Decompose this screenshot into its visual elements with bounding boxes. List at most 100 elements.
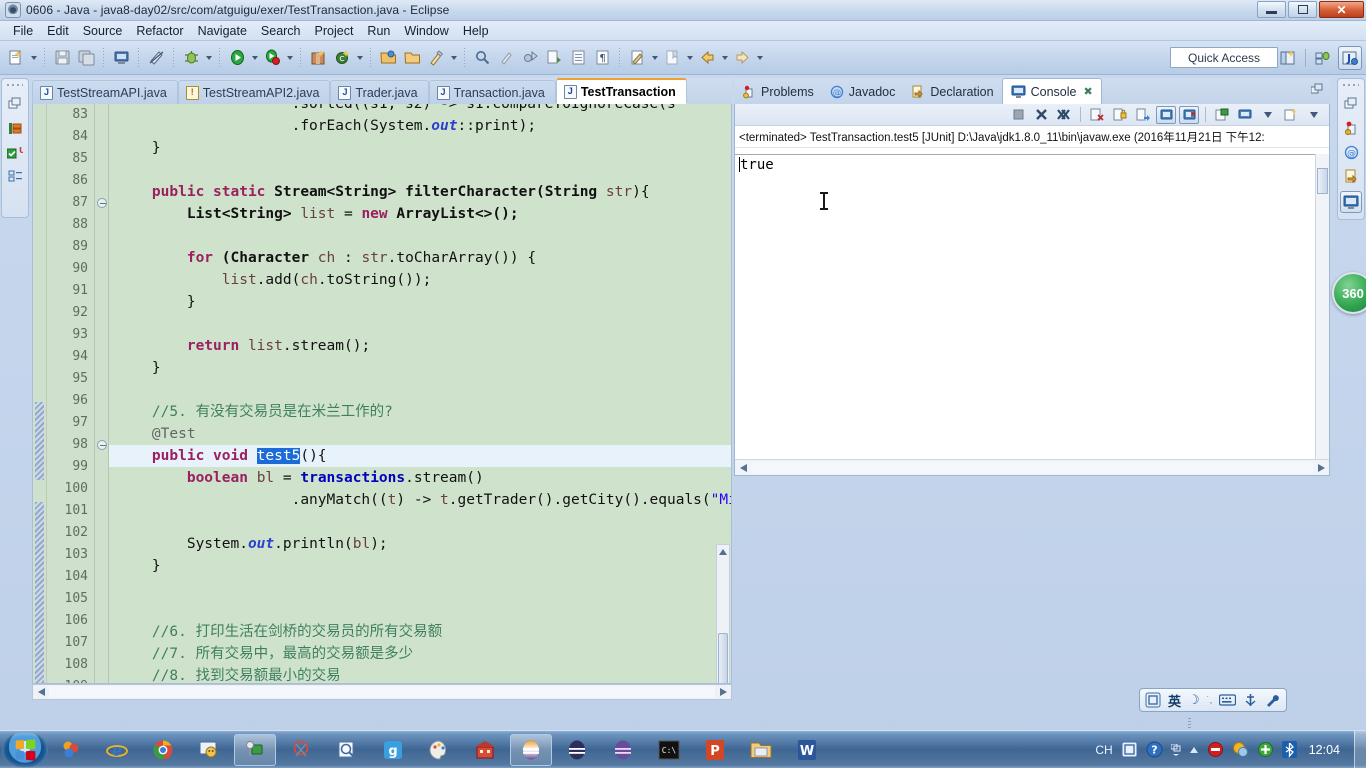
menu-item-window[interactable]: Window (397, 22, 455, 40)
code-line[interactable]: @Test (109, 423, 731, 445)
taskbar-item-cmd[interactable]: C:\ (648, 734, 690, 766)
tray-show-hidden-icon[interactable] (1170, 743, 1181, 756)
code-line[interactable]: //7. 所有交易中，最高的交易额是多少 (109, 643, 731, 665)
search-icon[interactable] (471, 47, 493, 69)
start-button[interactable] (2, 732, 48, 767)
new-console-view-button[interactable] (1235, 106, 1255, 124)
code-line[interactable]: //6. 打印生活在剑桥的交易员的所有交易额 (109, 621, 731, 643)
menu-item-refactor[interactable]: Refactor (129, 22, 190, 40)
pin-console-button[interactable] (1156, 105, 1176, 124)
tray-ime-icon[interactable] (1121, 741, 1138, 758)
display-selected-console-button[interactable] (1179, 105, 1199, 124)
new-wizard-icon[interactable] (5, 47, 27, 69)
scroll-left-icon[interactable] (735, 461, 751, 475)
run-coverage-icon[interactable] (261, 47, 283, 69)
restore-button[interactable] (1288, 1, 1317, 18)
scrollbar-thumb[interactable] (1317, 168, 1328, 194)
console-output[interactable]: true (735, 154, 1315, 459)
code-line[interactable] (109, 599, 731, 621)
restore-icon[interactable] (6, 95, 24, 113)
code-line[interactable]: } (109, 137, 731, 159)
taskbar-item-9[interactable] (418, 734, 460, 766)
show-console-on-output-button[interactable] (1133, 106, 1153, 124)
menu-item-project[interactable]: Project (308, 22, 361, 40)
menu-item-run[interactable]: Run (360, 22, 397, 40)
fastview-drag-handle[interactable] (7, 82, 23, 89)
scrollbar-thumb[interactable] (718, 633, 728, 683)
taskbar-item-eclipse-2[interactable] (556, 734, 598, 766)
pilcrow-icon[interactable]: ¶ (591, 47, 613, 69)
code-line[interactable]: } (109, 291, 731, 313)
code-line[interactable]: list.add(ch.toString()); (109, 269, 731, 291)
code-line[interactable]: for (Character ch : str.toCharArray()) { (109, 247, 731, 269)
editor-horizontal-scrollbar[interactable] (32, 684, 732, 700)
console-tab-console[interactable]: Console ✖ (1001, 78, 1102, 104)
fold-toggle-icon[interactable] (97, 198, 107, 208)
code-line[interactable]: .anyMatch((t) -> t.getTrader().getCity()… (109, 489, 731, 511)
fastview-drag-handle[interactable] (1343, 82, 1359, 89)
code-line[interactable] (109, 159, 731, 181)
taskbar-item-ie[interactable]: e (96, 734, 138, 766)
new-console-dropdown-icon[interactable] (1258, 106, 1278, 124)
editor-tab-3[interactable]: J Transaction.java (428, 80, 556, 104)
hscroll-track[interactable] (751, 461, 1313, 474)
taskbar-item-powerpoint[interactable]: P (694, 734, 736, 766)
taskbar-item-1[interactable] (50, 734, 92, 766)
view-minimize-button[interactable] (1311, 83, 1324, 96)
scroll-right-icon[interactable] (1313, 461, 1329, 475)
terminate-button[interactable] (1008, 106, 1028, 124)
open-type-icon[interactable] (377, 47, 399, 69)
security-badge-360[interactable]: 360 (1332, 272, 1366, 314)
taskbar-item-chrome[interactable] (142, 734, 184, 766)
menu-item-navigate[interactable]: Navigate (191, 22, 254, 40)
tray-security-icon[interactable] (1207, 741, 1224, 758)
run-icon[interactable] (226, 47, 248, 69)
ime-moon-icon[interactable]: ☽ (1188, 692, 1200, 708)
problems-icon[interactable]: ! (1342, 119, 1360, 137)
editor-vertical-scrollbar[interactable] (716, 544, 730, 683)
package-explorer-icon[interactable] (6, 119, 24, 137)
taskbar-item-4[interactable] (188, 734, 230, 766)
scroll-right-icon[interactable] (715, 685, 731, 699)
code-line[interactable]: //8. 找到交易额最小的交易 (109, 665, 731, 683)
declaration-icon[interactable] (1342, 167, 1360, 185)
perspective-debug-button[interactable] (1311, 46, 1335, 70)
editor-tab-0[interactable]: J TestStreamAPI.java (32, 80, 178, 104)
taskbar-item-word[interactable]: W (786, 734, 828, 766)
taskbar-item-5[interactable] (234, 733, 276, 766)
scroll-left-icon[interactable] (33, 685, 49, 699)
show-whitespace-icon[interactable] (567, 47, 589, 69)
bookmark-dropdown-icon[interactable] (684, 47, 695, 69)
code-line[interactable] (109, 379, 731, 401)
status-bar-drag-handle[interactable] (1188, 718, 1191, 730)
external-tools-dropdown-icon[interactable] (448, 47, 459, 69)
save-all-icon[interactable] (75, 47, 97, 69)
javadoc-icon[interactable]: @ (1342, 143, 1360, 161)
code-line[interactable] (109, 511, 731, 533)
forward-dropdown-icon[interactable] (754, 47, 765, 69)
new-wizard-dropdown-icon[interactable] (28, 47, 39, 69)
menu-item-source[interactable]: Source (76, 22, 130, 40)
open-perspective-button[interactable] (1276, 46, 1300, 70)
console-horizontal-scrollbar[interactable] (735, 459, 1329, 475)
code-line[interactable]: .forEach(System.out::print); (109, 115, 731, 137)
ime-toolbox-icon[interactable] (1243, 693, 1258, 707)
taskbar-item-6[interactable] (280, 734, 322, 766)
tray-expand-icon[interactable] (1189, 746, 1199, 754)
code-line[interactable] (109, 313, 731, 335)
run-coverage-dropdown-icon[interactable] (284, 47, 295, 69)
bookmark-icon[interactable] (661, 47, 683, 69)
save-icon[interactable] (51, 47, 73, 69)
code-line[interactable]: return list.stream(); (109, 335, 731, 357)
console-tab-problems[interactable]: Problems (734, 80, 822, 104)
run-dropdown-icon[interactable] (249, 47, 260, 69)
code-editor[interactable]: 83 84 85 86 87 88 89 90 91 92 93 94 95 96 97 98 99 100 101… (32, 104, 732, 684)
scroll-lock-button[interactable] (1110, 106, 1130, 124)
ime-keyboard-icon[interactable] (1219, 694, 1237, 706)
taskbar-item-8[interactable]: g (372, 734, 414, 766)
code-line[interactable]: public static Stream<String> filterChara… (109, 181, 731, 203)
tray-balloon-icon[interactable] (1232, 741, 1249, 758)
ime-language-icon[interactable]: 英 (1168, 691, 1181, 710)
back-icon[interactable] (696, 47, 718, 69)
code-line[interactable]: public void test5(){ (109, 445, 731, 467)
